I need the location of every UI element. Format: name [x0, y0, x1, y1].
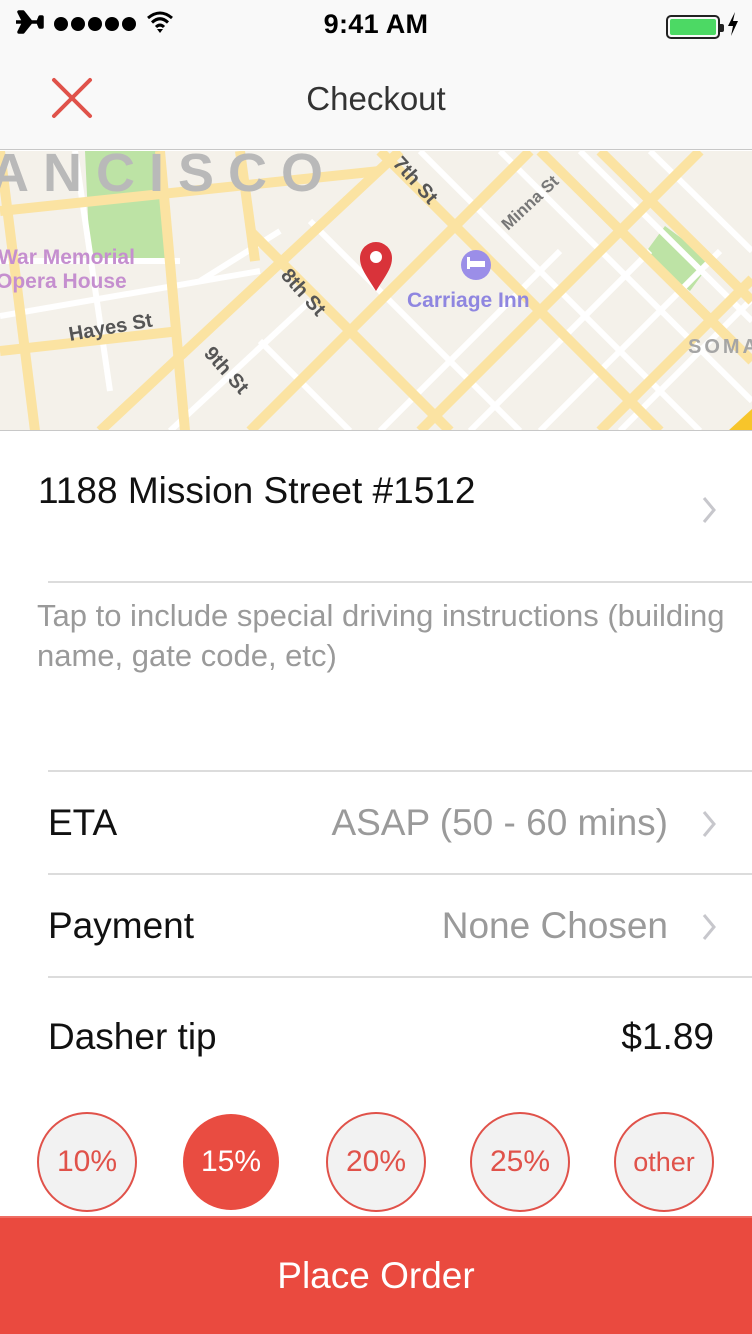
- tip-options: 10% 15% 20% 25% other: [0, 1112, 752, 1212]
- street-label: 8th St: [276, 265, 330, 321]
- dasher-tip-row: Dasher tip $1.89: [0, 986, 752, 1088]
- place-order-button[interactable]: Place Order: [0, 1216, 752, 1334]
- payment-value: None Chosen: [441, 905, 668, 946]
- dasher-tip-label: Dasher tip: [48, 1016, 217, 1057]
- eta-label: ETA: [48, 802, 118, 843]
- highway: [729, 409, 752, 430]
- chevron-right-icon: [702, 914, 716, 940]
- street-label: 9th St: [199, 343, 253, 399]
- divider: [48, 581, 752, 583]
- location-pin-icon: [360, 242, 392, 291]
- landmark-label: Opera House: [0, 270, 127, 293]
- tip-option-20[interactable]: 20%: [326, 1112, 426, 1212]
- driving-instructions-field[interactable]: Tap to include special driving instructi…: [37, 596, 727, 676]
- district-label-soma: SOMA: [688, 336, 752, 358]
- landmark-label: War Memorial: [0, 246, 135, 269]
- eta-row[interactable]: ETA ASAP (50 - 60 mins): [0, 772, 752, 874]
- page-title: Checkout: [306, 80, 446, 117]
- district-label-sf: ANCISCO: [0, 151, 337, 203]
- status-bar: 9:41 AM: [0, 0, 752, 48]
- tip-option-10[interactable]: 10%: [37, 1112, 137, 1212]
- status-right: [666, 11, 740, 42]
- address-row[interactable]: 1188 Mission Street #1512: [0, 432, 752, 582]
- divider: [48, 976, 752, 978]
- tip-option-15[interactable]: 15%: [183, 1114, 279, 1210]
- chevron-right-icon: [702, 497, 716, 523]
- payment-label: Payment: [48, 905, 195, 946]
- eta-value: ASAP (50 - 60 mins): [331, 802, 668, 843]
- battery-icon: [666, 14, 724, 39]
- delivery-address: 1188 Mission Street #1512: [38, 470, 476, 511]
- chevron-right-icon: [702, 811, 716, 837]
- charging-bolt-icon: [726, 11, 740, 42]
- hotel-label: Carriage Inn: [407, 289, 530, 312]
- nav-bar: Checkout: [0, 48, 752, 150]
- delivery-map[interactable]: ANCISCO SOMA War Memorial Opera House Ha…: [0, 151, 752, 431]
- tip-option-25[interactable]: 25%: [470, 1112, 570, 1212]
- dasher-tip-amount: $1.89: [621, 1016, 714, 1057]
- tip-option-other[interactable]: other: [614, 1112, 714, 1212]
- payment-row[interactable]: Payment None Chosen: [0, 875, 752, 977]
- clock: 9:41 AM: [323, 9, 429, 39]
